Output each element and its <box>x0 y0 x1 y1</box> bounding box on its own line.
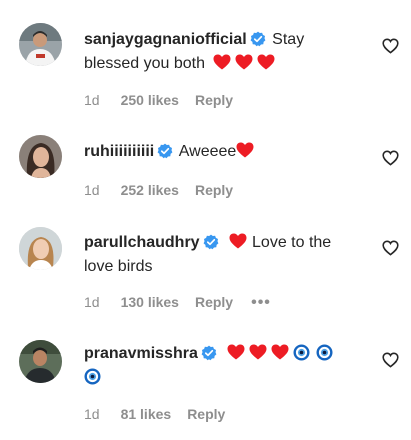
comment-meta: 1d 130 likes Reply ••• <box>84 294 271 312</box>
red-heart-emoji-icon <box>235 54 253 70</box>
heart-outline-icon[interactable] <box>382 352 399 368</box>
like-count[interactable]: 81 likes <box>121 406 172 422</box>
comment-meta: 1d 250 likes Reply <box>84 92 233 108</box>
comment-body: sanjaygagnaniofficial Stay blessed you b… <box>84 28 346 76</box>
heart-outline-icon[interactable] <box>382 150 399 166</box>
avatar[interactable] <box>19 23 62 66</box>
verified-badge-icon <box>203 234 219 250</box>
heart-outline-icon[interactable] <box>382 240 399 256</box>
red-heart-emoji-icon <box>271 344 289 360</box>
comment-body: ruhiiiiiiiiii Aweeee <box>84 140 346 164</box>
username[interactable]: ruhiiiiiiiiii <box>84 143 154 160</box>
red-heart-emoji-icon <box>249 344 267 360</box>
comment-meta: 1d 81 likes Reply <box>84 406 225 422</box>
timestamp[interactable]: 1d <box>84 182 100 198</box>
like-count[interactable]: 250 likes <box>121 92 179 108</box>
verified-badge-icon <box>250 31 266 47</box>
verified-badge-icon <box>157 143 173 159</box>
reply-button[interactable]: Reply <box>195 294 233 310</box>
comment-body: parullchaudhry Love to the love birds <box>84 231 346 279</box>
timestamp[interactable]: 1d <box>84 406 100 422</box>
reply-button[interactable]: Reply <box>195 182 233 198</box>
username[interactable]: pranavmisshra <box>84 345 198 362</box>
red-heart-emoji-icon <box>227 344 245 360</box>
red-heart-emoji-icon <box>229 233 247 249</box>
more-options-button[interactable]: ••• <box>251 294 271 311</box>
timestamp[interactable]: 1d <box>84 92 100 108</box>
red-heart-emoji-icon <box>257 54 275 70</box>
comment-meta: 1d 252 likes Reply <box>84 182 233 198</box>
like-count[interactable]: 130 likes <box>121 294 179 310</box>
verified-badge-icon <box>201 345 217 361</box>
timestamp[interactable]: 1d <box>84 294 100 310</box>
nazar-amulet-emoji-icon <box>293 344 310 361</box>
avatar[interactable] <box>19 340 62 383</box>
avatar[interactable] <box>19 227 62 270</box>
reply-button[interactable]: Reply <box>195 92 233 108</box>
like-count[interactable]: 252 likes <box>121 182 179 198</box>
username[interactable]: parullchaudhry <box>84 234 200 251</box>
red-heart-emoji-icon <box>236 142 254 158</box>
username[interactable]: sanjaygagnaniofficial <box>84 31 247 48</box>
avatar[interactable] <box>19 135 62 178</box>
comment-body: pranavmisshra <box>84 342 346 390</box>
nazar-amulet-emoji-icon <box>316 344 333 361</box>
heart-outline-icon[interactable] <box>382 38 399 54</box>
red-heart-emoji-icon <box>213 54 231 70</box>
nazar-amulet-emoji-icon <box>84 368 101 385</box>
reply-button[interactable]: Reply <box>187 406 225 422</box>
comment-text: Aweeee <box>178 143 237 160</box>
